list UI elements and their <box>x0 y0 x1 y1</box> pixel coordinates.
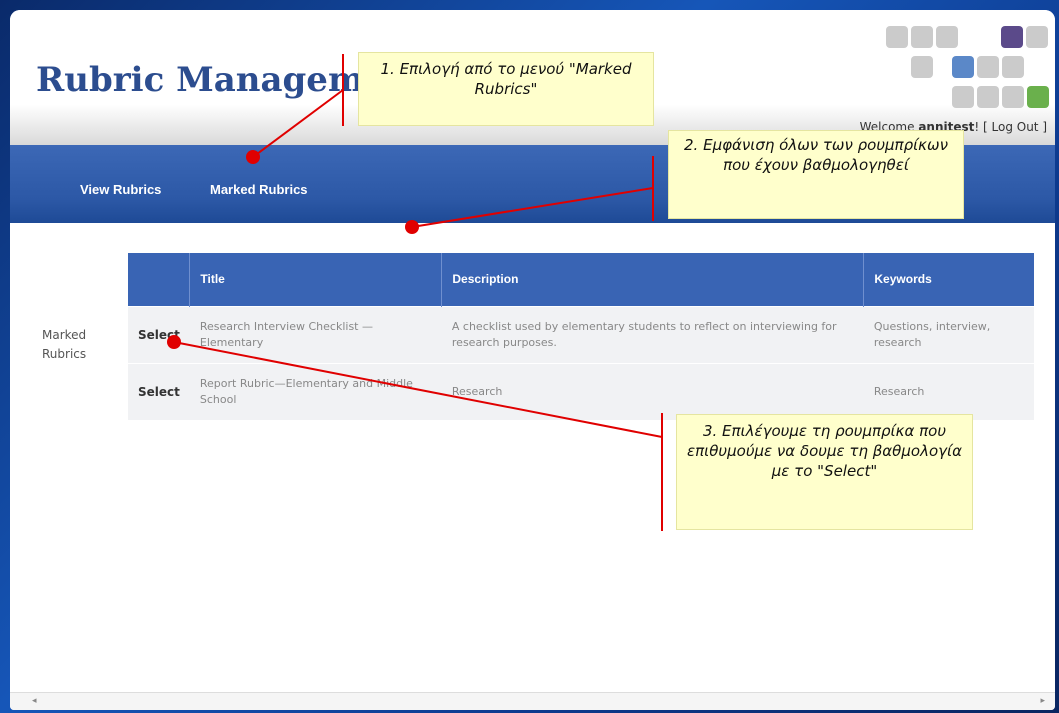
sidebar-label-line1: Marked <box>42 328 87 342</box>
row-description: Research <box>441 362 864 420</box>
logo-tile <box>911 26 933 48</box>
scroll-left-icon[interactable]: ◂ <box>32 696 37 706</box>
annotation-1: 1. Επιλογή από το μενού "Marked Rubrics" <box>358 52 654 126</box>
logo-tile <box>952 86 974 108</box>
col-header-title: Title <box>189 253 443 306</box>
row-title: Research Interview Checklist —Elementary <box>189 305 442 363</box>
col-header-keywords: Keywords <box>863 253 1034 306</box>
logo-tile <box>952 56 974 78</box>
logo-tile <box>977 86 999 108</box>
scroll-right-icon[interactable]: ▸ <box>1040 696 1045 706</box>
logo-tiles <box>876 26 1055 112</box>
logout-link[interactable]: ! [ Log Out ] <box>974 120 1047 134</box>
row-title: Report Rubric—Elementary and Middle Scho… <box>189 362 442 420</box>
sidebar-label-line2: Rubrics <box>42 347 87 361</box>
logo-tile <box>1001 26 1023 48</box>
row-keywords: Research <box>863 362 1034 420</box>
table-header-row: Title Description Keywords <box>128 253 1034 306</box>
logo-tile <box>1026 26 1048 48</box>
nav-marked-rubrics[interactable]: Marked Rubrics <box>210 182 308 197</box>
logo-tile <box>1002 56 1024 78</box>
col-header-action <box>128 253 191 306</box>
select-link[interactable]: Select <box>128 305 190 363</box>
logo-tile <box>936 26 958 48</box>
nav-view-rubrics[interactable]: View Rubrics <box>80 182 161 197</box>
logo-tile <box>977 56 999 78</box>
sidebar-label: Marked Rubrics <box>42 326 86 364</box>
col-header-description: Description <box>441 253 865 306</box>
rubrics-table: Title Description Keywords Select Resear… <box>128 253 1034 420</box>
annotation-2: 2. Εμφάνιση όλων των ρουμπρίκων που έχου… <box>668 130 964 219</box>
row-description: A checklist used by elementary students … <box>441 305 864 363</box>
horizontal-scrollbar[interactable]: ◂ ▸ <box>10 692 1055 710</box>
select-link[interactable]: Select <box>128 362 190 420</box>
logo-tile <box>1027 86 1049 108</box>
logo-tile <box>911 56 933 78</box>
logo-tile <box>1002 86 1024 108</box>
row-keywords: Questions, interview, research <box>863 305 1034 363</box>
table-row: Select Research Interview Checklist —Ele… <box>128 305 1034 363</box>
logo-tile <box>886 26 908 48</box>
table-row: Select Report Rubric—Elementary and Midd… <box>128 362 1034 420</box>
annotation-3: 3. Επιλέγουμε τη ρουμπρίκα που επιθυμούμ… <box>676 414 973 530</box>
